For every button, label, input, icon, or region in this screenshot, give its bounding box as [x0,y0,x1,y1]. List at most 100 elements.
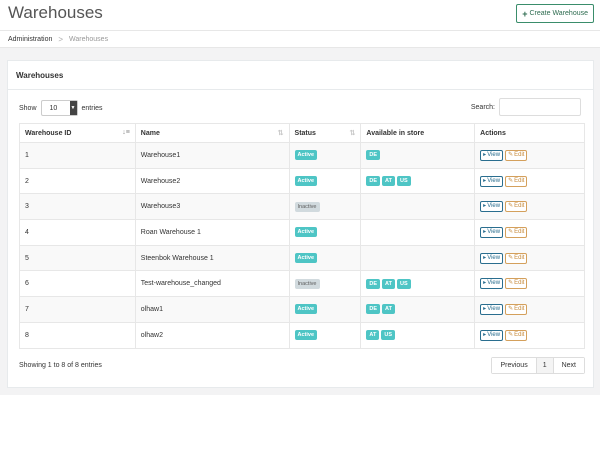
breadcrumb-warehouses: Warehouses [69,35,109,43]
plus-icon: + [522,8,528,19]
cell-status: Inactive [288,270,362,298]
table-row: 5 Steenbok Warehouse 1 Active ▸View ✎Edit [19,244,585,272]
edit-label: Edit [514,177,525,184]
caret-right-icon: ▸ [483,305,487,312]
view-label: View [487,203,501,210]
view-label: View [487,305,501,312]
edit-button[interactable]: ✎Edit [505,278,528,290]
sort-icon: ⇅ [277,130,284,137]
table-row: 3 Warehouse3 Inactive ▸View ✎Edit [19,193,585,221]
cell-warehouse-id: 7 [19,296,136,323]
column-header-actions: Actions [474,123,585,143]
cell-actions: ▸View ✎Edit [474,296,585,323]
column-header-name[interactable]: Name ⇅ [134,123,290,143]
caret-right-icon: ▸ [483,177,487,184]
column-label: Actions [480,129,506,137]
cell-name: olhaw2 [134,321,290,349]
view-label: View [487,177,501,184]
entries-per-page-select[interactable]: 10 ▼ [40,100,78,116]
table-row: 4 Roan Warehouse 1 Active ▸View ✎Edit [19,219,585,246]
cell-name: Test-warehouse_changed [134,270,290,298]
view-button[interactable]: ▸View [480,252,504,264]
status-badge: Active [294,227,318,238]
edit-button[interactable]: ✎Edit [505,252,528,264]
edit-label: Edit [514,280,525,287]
status-badge: Active [294,330,318,341]
search-label: Search: [470,103,495,111]
column-label: Name [140,129,160,137]
table-info: Showing 1 to 8 of 8 entries [19,362,102,369]
column-label: Warehouse ID [25,129,72,137]
warehouses-table: Warehouse ID ↓≡ Name ⇅ Status ⇅ Availabl… [19,123,585,349]
search-input[interactable] [499,98,581,116]
status-badge: Active [294,150,318,161]
table-body: 1 Warehouse1 Active DE ▸View ✎Edit 2 Warehouse2… [19,142,585,349]
status-badge: Active [294,176,318,187]
view-button[interactable]: ▸View [480,175,504,187]
store-badge: AT [382,278,395,289]
column-header-warehouse-id[interactable]: Warehouse ID ↓≡ [19,123,136,143]
cell-available-in-store: DE [360,142,476,169]
pagination-next[interactable]: Next [552,358,584,373]
edit-icon: ✎ [508,331,514,338]
status-badge: Inactive [294,278,320,289]
entries-label: entries [81,104,103,112]
pagination: Previous 1 Next [491,357,585,374]
view-button[interactable]: ▸View [480,226,504,238]
table-row: 6 Test-warehouse_changed Inactive DE AT US ▸Vi… [19,270,585,298]
caret-right-icon: ▸ [483,254,487,261]
cell-available-in-store: AT US [360,321,476,349]
edit-button[interactable]: ✎Edit [505,303,528,315]
edit-icon: ✎ [508,177,514,184]
view-button[interactable]: ▸View [480,201,504,213]
edit-label: Edit [514,228,525,235]
pagination-page-1[interactable]: 1 [535,358,553,373]
cell-available-in-store [360,193,476,221]
cell-warehouse-id: 3 [19,193,136,221]
table-row: 7 olhaw1 Active DE AT ▸View ✎Edit [19,296,585,323]
cell-name: Steenbok Warehouse 1 [134,244,290,272]
cell-status: Active [288,142,362,169]
edit-label: Edit [514,254,525,261]
column-header-status[interactable]: Status ⇅ [288,123,362,143]
pagination-previous[interactable]: Previous [492,358,536,373]
edit-button[interactable]: ✎Edit [505,201,528,213]
edit-icon: ✎ [508,203,514,210]
store-badge: DE [366,278,381,289]
cell-warehouse-id: 8 [19,321,136,349]
view-button[interactable]: ▸View [480,149,504,161]
cell-warehouse-id: 6 [19,270,136,298]
cell-available-in-store: DE AT [360,296,476,323]
edit-label: Edit [514,331,525,338]
view-button[interactable]: ▸View [480,278,504,290]
cell-warehouse-id: 4 [19,219,136,246]
edit-button[interactable]: ✎Edit [505,175,528,187]
caret-right-icon: ▸ [483,203,487,210]
edit-button[interactable]: ✎Edit [505,149,528,161]
store-badge: DE [366,176,381,187]
breadcrumb: Administration > Warehouses [0,30,600,48]
cell-warehouse-id: 2 [19,167,136,195]
cell-status: Active [288,244,362,272]
edit-label: Edit [514,203,525,210]
edit-button[interactable]: ✎Edit [505,226,528,238]
view-label: View [487,254,501,261]
cell-status: Inactive [288,193,362,221]
edit-label: Edit [514,305,525,312]
length-control: Show 10 ▼ entries [19,100,103,116]
table-header-row: Warehouse ID ↓≡ Name ⇅ Status ⇅ Availabl… [19,123,585,143]
store-badge: US [396,176,411,187]
column-label: Status [294,129,316,137]
status-badge: Active [294,253,318,264]
cell-warehouse-id: 5 [19,244,136,272]
create-warehouse-button[interactable]: + Create Warehouse [516,4,594,23]
view-button[interactable]: ▸View [480,329,504,341]
cell-name: Warehouse1 [134,142,290,169]
edit-button[interactable]: ✎Edit [505,329,528,341]
cell-status: Active [288,219,362,246]
sort-ascending-icon: ↓≡ [122,129,130,136]
cell-available-in-store [360,244,476,272]
view-button[interactable]: ▸View [480,303,504,315]
status-badge: Inactive [294,201,320,212]
breadcrumb-administration[interactable]: Administration [8,36,52,43]
